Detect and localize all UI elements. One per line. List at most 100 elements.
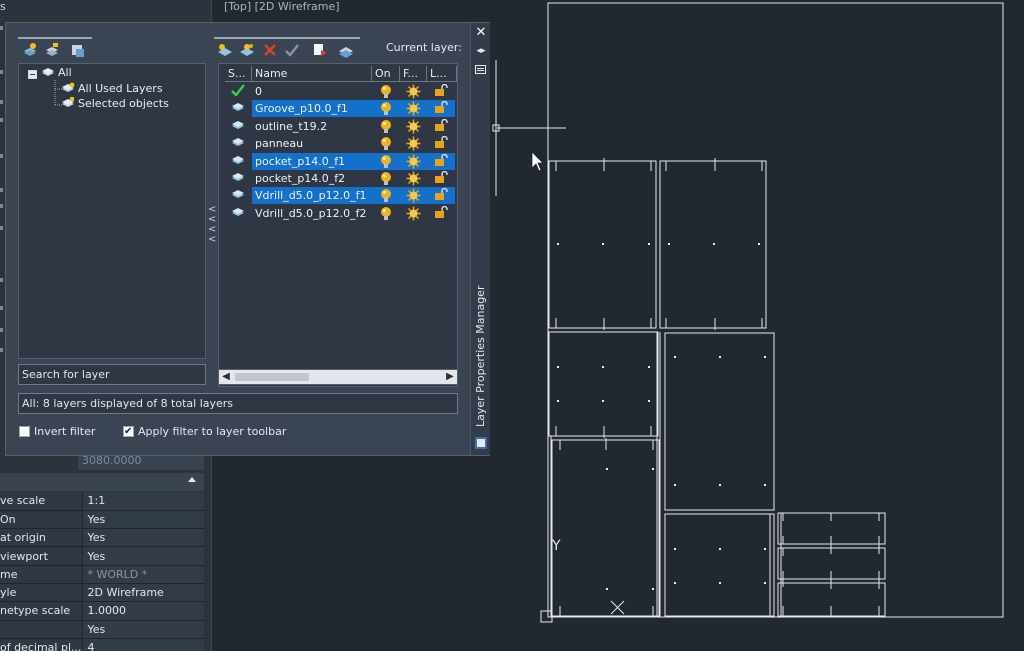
layer-list[interactable]: S... Name On F... L... 0 Groove_p10.0_f1 o…	[218, 63, 458, 387]
layer-lock-toggle[interactable]	[427, 100, 455, 118]
layer-row[interactable]: 0	[219, 83, 457, 100]
column-lock[interactable]: L...	[427, 66, 457, 82]
new-group-filter-button[interactable]	[44, 42, 60, 58]
layer-lock-toggle[interactable]	[427, 152, 455, 170]
search-layer-input[interactable]: Search for layer	[18, 364, 206, 385]
layer-status-cell[interactable]	[225, 100, 251, 117]
layer-freeze-toggle[interactable]	[400, 100, 427, 118]
column-on[interactable]: On	[372, 66, 400, 82]
property-row[interactable]: yle 2D Wireframe	[0, 583, 204, 603]
close-icon[interactable]: ✕	[475, 26, 487, 39]
layer-lock-toggle[interactable]	[427, 205, 455, 222]
layer-on-toggle[interactable]	[372, 187, 400, 205]
layer-lock-toggle[interactable]	[427, 83, 455, 100]
layer-name[interactable]: Vdrill_d5.0_p12.0_f1	[252, 187, 372, 205]
layer-freeze-toggle[interactable]	[400, 118, 427, 135]
layer-on-toggle[interactable]	[372, 118, 400, 135]
palette-titlebar[interactable]: ✕ ◂▸ Layer Properties Manager	[470, 23, 490, 455]
property-row[interactable]: ve scale 1:1	[0, 492, 204, 511]
property-value[interactable]: Yes	[81, 620, 204, 639]
layer-status-cell[interactable]	[225, 135, 251, 152]
layer-row[interactable]: outline_t19.2	[219, 118, 457, 135]
property-value[interactable]: 2D Wireframe	[81, 583, 204, 603]
layer-name[interactable]: pocket_p14.0_f2	[252, 170, 372, 187]
property-row[interactable]: Yes	[0, 620, 204, 639]
layer-freeze-toggle[interactable]	[400, 187, 427, 205]
scroll-right-icon[interactable]: ▶	[445, 372, 455, 382]
properties-menu-icon[interactable]	[475, 65, 486, 74]
property-value[interactable]: 4	[81, 638, 204, 651]
checkbox-box[interactable]	[19, 426, 30, 437]
layer-freeze-toggle[interactable]	[400, 83, 427, 100]
scroll-thumb[interactable]	[235, 373, 309, 381]
layer-name[interactable]: Vdrill_d5.0_p12.0_f2	[252, 205, 372, 222]
layer-row[interactable]: pocket_p14.0_f2	[219, 170, 457, 187]
properties-section-header[interactable]	[0, 473, 204, 491]
horizontal-scrollbar[interactable]: ◀ ▶	[218, 369, 458, 385]
new-layer-button[interactable]	[217, 42, 233, 58]
layer-name[interactable]: pocket_p14.0_f1	[252, 152, 372, 170]
layer-freeze-toggle[interactable]	[400, 135, 427, 152]
new-property-filter-button[interactable]	[22, 42, 38, 58]
layer-on-toggle[interactable]	[372, 83, 400, 100]
layer-status-cell[interactable]	[225, 205, 251, 222]
layer-on-toggle[interactable]	[372, 100, 400, 118]
layer-row[interactable]: Groove_p10.0_f1	[219, 100, 457, 118]
layer-row[interactable]: pocket_p14.0_f1	[219, 152, 457, 170]
layer-name[interactable]: Groove_p10.0_f1	[252, 100, 372, 118]
layer-name[interactable]: outline_t19.2	[252, 118, 372, 135]
collapse-caret-icon[interactable]	[188, 477, 196, 482]
filter-tree[interactable]: All All Used Layers Selected objects	[18, 63, 206, 359]
palette-settings-icon[interactable]	[475, 437, 487, 449]
property-value[interactable]: * WORLD *	[81, 565, 204, 584]
layer-lock-toggle[interactable]	[427, 118, 455, 135]
property-row[interactable]: On Yes	[0, 510, 204, 530]
delete-layer-button[interactable]	[262, 42, 278, 58]
layer-name[interactable]: 0	[252, 83, 372, 100]
layer-freeze-toggle[interactable]	[400, 152, 427, 170]
layer-status-cell[interactable]	[225, 118, 251, 135]
layer-on-toggle[interactable]	[372, 170, 400, 187]
layer-status-cell[interactable]	[225, 83, 251, 100]
property-value[interactable]: Yes	[81, 510, 204, 530]
column-name[interactable]: Name	[252, 66, 372, 82]
column-freeze[interactable]: F...	[400, 66, 427, 82]
layer-on-toggle[interactable]	[372, 135, 400, 152]
property-value[interactable]: Yes	[81, 528, 204, 548]
apply-filter-checkbox[interactable]: Apply filter to layer toolbar	[123, 425, 286, 439]
property-value[interactable]: 1.0000	[81, 601, 204, 621]
layer-status-cell[interactable]	[225, 187, 251, 204]
layer-states-button[interactable]	[70, 42, 86, 58]
property-row[interactable]: of decimal pl... 4	[0, 638, 204, 651]
layer-lock-toggle[interactable]	[427, 170, 455, 187]
checkbox-box[interactable]	[123, 425, 134, 439]
property-row[interactable]: me * WORLD *	[0, 565, 204, 584]
property-value[interactable]: Yes	[81, 546, 204, 566]
layer-row[interactable]: Vdrill_d5.0_p12.0_f1	[219, 187, 457, 205]
property-row[interactable]: netype scale 1.0000	[0, 601, 204, 621]
layer-name[interactable]: panneau	[252, 135, 372, 152]
layer-freeze-toggle[interactable]	[400, 170, 427, 187]
layer-row[interactable]: panneau	[219, 135, 457, 152]
refresh-layers-button[interactable]	[312, 42, 328, 58]
property-row[interactable]: viewport Yes	[0, 546, 204, 566]
invert-filter-checkbox[interactable]: Invert filter	[19, 425, 95, 439]
column-status[interactable]: S...	[225, 66, 252, 82]
layer-status-cell[interactable]	[225, 153, 251, 170]
new-vp-frozen-layer-button[interactable]	[239, 42, 255, 58]
layer-on-toggle[interactable]	[372, 152, 400, 170]
layer-lock-toggle[interactable]	[427, 135, 455, 152]
scroll-left-icon[interactable]: ◀	[221, 372, 231, 382]
viewport-caption[interactable]: [Top] [2D Wireframe]	[224, 0, 340, 13]
layer-settings-button[interactable]	[338, 42, 354, 58]
pane-splitter[interactable]: < < < <	[206, 63, 218, 373]
layer-on-toggle[interactable]	[372, 205, 400, 222]
layer-lock-toggle[interactable]	[427, 187, 455, 205]
layer-row[interactable]: Vdrill_d5.0_p12.0_f2	[219, 205, 457, 222]
auto-hide-icon[interactable]: ◂▸	[475, 46, 487, 56]
property-row[interactable]: at origin Yes	[0, 528, 204, 548]
layer-status-cell[interactable]	[225, 170, 251, 187]
set-current-button[interactable]	[284, 42, 300, 58]
layer-freeze-toggle[interactable]	[400, 205, 427, 222]
property-value[interactable]: 1:1	[81, 492, 204, 511]
